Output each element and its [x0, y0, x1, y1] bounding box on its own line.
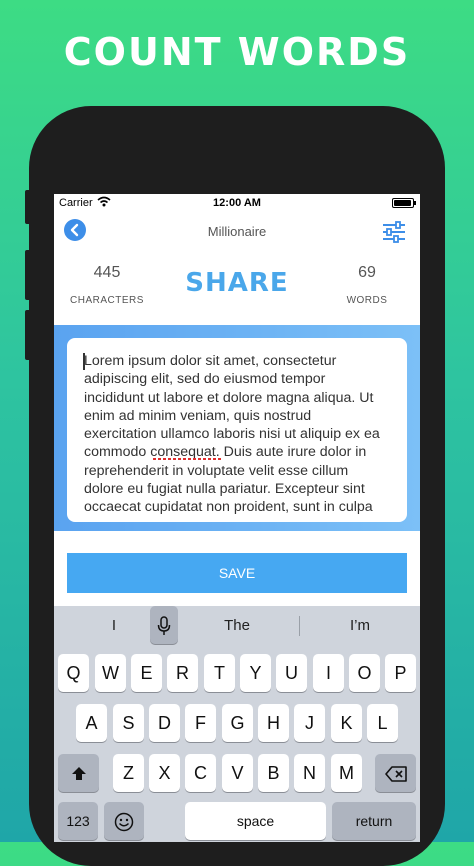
key-x[interactable]: X [149, 754, 180, 792]
key-l[interactable]: L [367, 704, 398, 742]
key-w[interactable]: W [95, 654, 126, 692]
key-i[interactable]: I [313, 654, 344, 692]
key-z[interactable]: Z [113, 754, 144, 792]
text-body[interactable]: Lorem ipsum dolor sit amet, consectetur … [84, 352, 392, 517]
nav-title: Millionaire [207, 224, 267, 239]
microphone-icon [157, 616, 171, 636]
key-a[interactable]: A [76, 704, 107, 742]
text-cursor [83, 353, 85, 370]
space-key[interactable]: space [185, 802, 326, 840]
key-m[interactable]: M [331, 754, 362, 792]
numbers-key[interactable]: 123 [58, 802, 98, 840]
key-f[interactable]: F [185, 704, 216, 742]
phone-button [25, 250, 31, 300]
key-e[interactable]: E [131, 654, 162, 692]
dictation-key[interactable] [150, 606, 178, 644]
key-s[interactable]: S [113, 704, 144, 742]
sliders-icon[interactable] [382, 220, 406, 244]
emoji-key[interactable] [104, 802, 144, 840]
shift-icon [71, 767, 86, 781]
phone-button [25, 310, 31, 360]
words-count: 69 [358, 264, 376, 281]
key-n[interactable]: N [294, 754, 325, 792]
emoji-icon [114, 813, 134, 832]
key-j[interactable]: J [294, 704, 325, 742]
key-o[interactable]: O [349, 654, 380, 692]
key-y[interactable]: Y [240, 654, 271, 692]
return-key[interactable]: return [332, 802, 416, 840]
backspace-icon [384, 766, 407, 783]
shift-key[interactable] [58, 754, 99, 792]
save-button[interactable]: SAVE [67, 553, 407, 593]
phone-button [25, 190, 31, 224]
app-screen: Carrier 12:00 AM Millionaire 445 CHARACT… [54, 194, 420, 842]
text-editor[interactable]: Lorem ipsum dolor sit amet, consectetur … [67, 338, 407, 522]
delete-key[interactable] [375, 754, 416, 792]
key-r[interactable]: R [167, 654, 198, 692]
keyboard: I The I’m Q W E R T Y U I O P A S D F G … [54, 606, 420, 842]
key-b[interactable]: B [258, 754, 289, 792]
suggestion-item[interactable]: The [177, 606, 297, 646]
key-k[interactable]: K [331, 704, 362, 742]
battery-icon [392, 198, 416, 208]
status-time: 12:00 AM [213, 197, 261, 209]
key-t[interactable]: T [204, 654, 235, 692]
key-p[interactable]: P [385, 654, 416, 692]
key-q[interactable]: Q [58, 654, 89, 692]
key-u[interactable]: U [276, 654, 307, 692]
spellcheck-underline [153, 458, 221, 460]
key-g[interactable]: G [222, 704, 253, 742]
key-v[interactable]: V [222, 754, 253, 792]
suggestion-item[interactable]: I’m [300, 606, 420, 646]
promo-headline: COUNT WORDS [63, 30, 411, 74]
status-bar: Carrier 12:00 AM [54, 194, 420, 212]
words-label: WORDS [346, 295, 388, 306]
key-h[interactable]: H [258, 704, 289, 742]
key-d[interactable]: D [149, 704, 180, 742]
key-c[interactable]: C [185, 754, 216, 792]
